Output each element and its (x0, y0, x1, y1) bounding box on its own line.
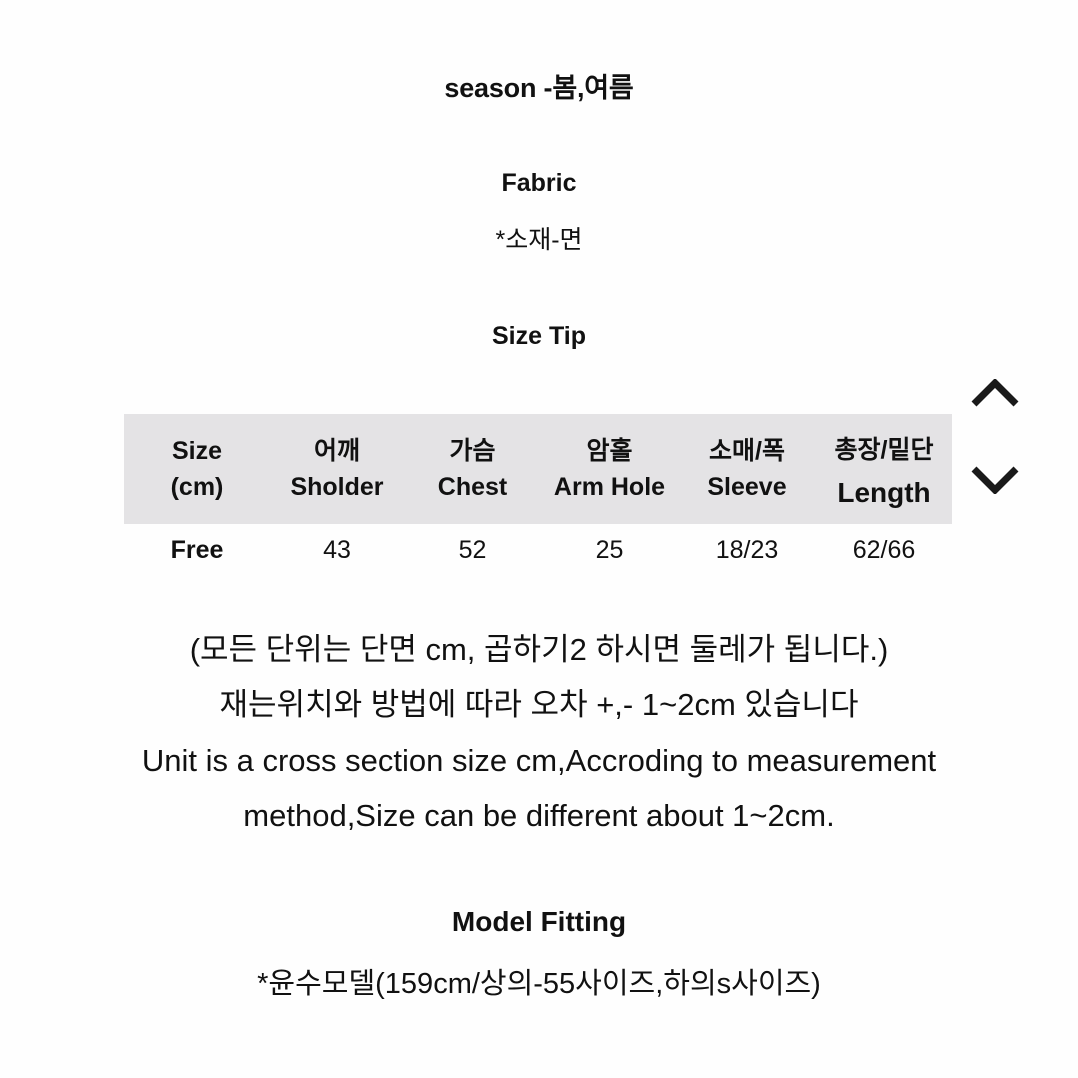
header-kr-label: 암홀 (586, 437, 633, 466)
cell-shoulder: 43 (323, 535, 351, 564)
header-kr-label: 가슴 (449, 437, 496, 466)
cell-arm-hole: 25 (595, 535, 624, 564)
header-en-label: Arm Hole (553, 472, 666, 501)
measurement-note-en-1: Unit is a cross section size cm,Accrodin… (141, 743, 937, 778)
fabric-material-text: *소재-면 (495, 226, 583, 254)
chevron-down-icon[interactable] (971, 466, 1019, 495)
size-table-header-row: Size (cm) 어깨 Sholder 가슴 Chest 암홀 Arm Hol… (124, 414, 952, 524)
size-table-header-cell-arm-hole: 암홀 Arm Hole (541, 414, 678, 524)
cell-size: Free (170, 535, 224, 564)
header-kr-label: 어깨 (313, 437, 360, 466)
model-fitting-detail: *윤수모델(159cm/상의-55사이즈,하의s사이즈) (257, 968, 821, 1000)
size-table-header-cell-chest: 가슴 Chest (404, 414, 541, 524)
size-tip-heading: Size Tip (491, 322, 586, 350)
cell-chest: 52 (458, 535, 487, 564)
chevron-up-icon[interactable] (971, 378, 1019, 407)
size-table-header-cell-length: 총장/밑단 Length (816, 414, 952, 524)
fabric-heading: Fabric (501, 169, 577, 197)
header-en-label: Chest (437, 472, 508, 501)
size-table-header-cell-sleeve: 소매/폭 Sleeve (678, 414, 816, 524)
header-en-label: Sleeve (707, 472, 787, 501)
model-fitting-heading: Model Fitting (451, 906, 627, 937)
season-line: season -봄,여름 (444, 73, 634, 103)
size-table: Size (cm) 어깨 Sholder 가슴 Chest 암홀 Arm Hol… (124, 414, 952, 576)
measurement-note-en-2: method,Size can be different about 1~2cm… (243, 798, 835, 833)
header-kr-label: 소매/폭 (709, 437, 785, 466)
header-en-label: (cm) (170, 472, 224, 501)
cell-length: 62/66 (852, 535, 916, 564)
cell-sleeve: 18/23 (715, 535, 779, 564)
size-table-header-cell-shoulder: 어깨 Sholder (270, 414, 404, 524)
header-en-label: Sholder (290, 472, 384, 501)
size-table-header-cell-size: Size (cm) (124, 414, 270, 524)
header-en-label: Length (837, 476, 931, 508)
header-kr-label: 총장/밑단 (834, 435, 934, 464)
size-guide-page: season -봄,여름 Fabric *소재-면 Size Tip Size … (0, 0, 1078, 1078)
measurement-note-kr-2: 재는위치와 방법에 따라 오차 +,- 1~2cm 있습니다 (219, 687, 859, 722)
table-row: Free 43 52 25 18/23 62/66 (124, 524, 952, 576)
header-kr-label: Size (171, 437, 223, 466)
measurement-note-kr-1: (모든 단위는 단면 cm, 곱하기2 하시면 둘레가 됩니다.) (189, 632, 889, 667)
